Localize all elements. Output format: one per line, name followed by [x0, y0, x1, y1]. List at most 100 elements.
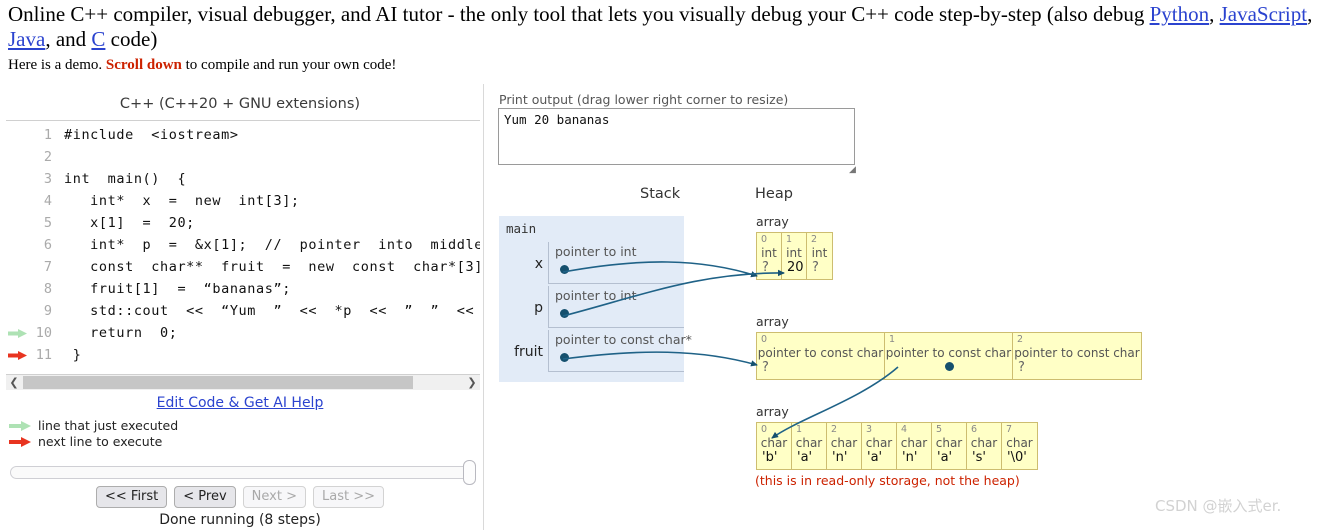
pointer-dot	[945, 362, 954, 371]
code-line: 2	[6, 146, 480, 168]
line-code: x[1] = 20;	[64, 215, 195, 231]
cell-index: 0	[761, 424, 768, 435]
line-code: #include <iostream>	[64, 127, 239, 143]
heap-array: 0 int? 1 int 20 2 int?	[756, 232, 833, 280]
heap-array-cell: 1 pointer to const char	[885, 333, 1013, 379]
line-number: 11	[35, 347, 52, 363]
cell-value: ?	[1018, 360, 1025, 375]
cell-value: 20	[787, 260, 804, 275]
title-sep-2: ,	[1307, 2, 1313, 26]
code-line: 10 return 0;	[6, 322, 480, 344]
title-text-pre: Online C++ compiler, visual debugger, an…	[8, 2, 1150, 26]
heap-array: 0 pointer to const char? 1 pointer to const…	[756, 332, 1142, 380]
heap-object-title: array	[756, 314, 789, 329]
link-javascript[interactable]: JavaScript	[1220, 2, 1307, 26]
demo-prefix: Here is a demo.	[8, 57, 106, 73]
line-number: 4	[43, 193, 52, 209]
code-line: 11 }	[6, 344, 480, 366]
demo-suffix: to compile and run your own code!	[181, 57, 397, 73]
execution-slider-thumb[interactable]	[463, 460, 476, 485]
code-line: 9 std::cout << “Yum ” << *p << ” ” << fr…	[6, 300, 480, 322]
heap-array-cell: 2 pointer to const char?	[1013, 333, 1141, 379]
step-button-first[interactable]: << First	[96, 486, 168, 508]
cell-index: 2	[811, 234, 818, 245]
pointer-dot	[560, 309, 569, 318]
cell-index: 7	[1006, 424, 1013, 435]
variable-value-cell: pointer to int	[548, 242, 684, 284]
heap-array-cell: 2 int?	[807, 233, 832, 279]
cell-value: 'b'	[762, 450, 778, 465]
step-button-next: Next >	[242, 486, 306, 508]
line-code: }	[64, 347, 82, 363]
run-status: Done running (8 steps)	[159, 512, 321, 528]
heap-array-cell: 0 char'b'	[757, 423, 792, 469]
link-python[interactable]: Python	[1150, 2, 1210, 26]
cell-type-label: char	[795, 436, 823, 450]
green-arrow-icon	[9, 421, 31, 431]
link-java[interactable]: Java	[8, 27, 45, 51]
legend-red-label: next line to execute	[38, 434, 163, 449]
heap-array-cell: 5 char'a'	[932, 423, 967, 469]
stack-variable: x pointer to int	[535, 242, 684, 286]
heap-header: Heap	[755, 186, 793, 202]
line-number: 5	[43, 215, 52, 231]
demo-note: Here is a demo. Scroll down to compile a…	[8, 57, 396, 74]
variable-value-cell: pointer to int	[548, 286, 684, 328]
code-line: 4 int* x = new int[3];	[6, 190, 480, 212]
heap-object-title: array	[756, 404, 789, 419]
chevron-left-icon[interactable]: ❮	[6, 375, 22, 390]
cell-type-label: char	[935, 436, 963, 450]
line-code: return 0;	[64, 325, 178, 341]
line-number: 9	[43, 303, 52, 319]
line-number: 7	[43, 259, 52, 275]
code-line: 1 #include <iostream>	[6, 124, 480, 146]
cell-index: 0	[761, 334, 768, 345]
title-sep-1: ,	[1209, 2, 1220, 26]
line-number: 10	[35, 325, 52, 341]
pointer-dot	[560, 353, 569, 362]
line-number: 3	[43, 171, 52, 187]
chevron-right-icon[interactable]: ❯	[464, 375, 480, 390]
line-number: 8	[43, 281, 52, 297]
stack-frame-main: main x pointer to int p pointer to int fruit…	[499, 216, 692, 382]
line-code: std::cout << “Yum ” << *p << ” ” << fru	[64, 303, 480, 319]
line-code: int* x = new int[3];	[64, 193, 300, 209]
edit-code-link[interactable]: Edit Code & Get AI Help	[157, 395, 324, 411]
cell-index: 6	[971, 424, 978, 435]
heap-array-cell: 1 char'a'	[792, 423, 827, 469]
execution-slider-track[interactable]	[10, 466, 472, 479]
heap-array-cell: 2 char'n'	[827, 423, 862, 469]
variable-name: p	[534, 300, 543, 316]
variable-value-cell: pointer to const char*	[548, 330, 692, 372]
variable-type-label: pointer to const char*	[555, 332, 692, 347]
cell-value: 'n'	[832, 450, 848, 465]
cell-type-label: pointer to const char	[885, 346, 1012, 360]
cell-value: 'a'	[937, 450, 953, 465]
watermark: CSDN @嵌入式er.	[1155, 497, 1282, 515]
edit-code-link-wrap: Edit Code & Get AI Help	[0, 395, 480, 411]
pane-divider	[483, 84, 484, 530]
cell-index: 4	[901, 424, 908, 435]
code-viewer[interactable]: 1 #include <iostream> 2 3 int main() {4 int*…	[6, 124, 480, 372]
step-button-last: Last >>	[312, 486, 384, 508]
resize-grip-icon[interactable]: ◢	[849, 166, 858, 175]
scroll-down-callout: Scroll down	[105, 57, 182, 73]
cell-index: 5	[936, 424, 943, 435]
code-horizontal-scrollbar[interactable]: ❮ ❯	[6, 375, 480, 390]
cell-value: '\0'	[1007, 450, 1027, 465]
frame-label: main	[506, 221, 537, 236]
heap-array-cell: 4 char'n'	[897, 423, 932, 469]
title-text-post: code)	[105, 27, 158, 51]
scrollbar-thumb[interactable]	[23, 376, 413, 389]
red-arrow-icon	[9, 437, 31, 447]
heap-array-cell: 0 pointer to const char?	[757, 333, 885, 379]
print-output-label: Print output (drag lower right corner to…	[499, 92, 789, 107]
link-c[interactable]: C	[91, 27, 105, 51]
step-button-prev[interactable]: < Prev	[174, 486, 236, 508]
code-line: 6 int* p = &x[1]; // pointer into middle	[6, 234, 480, 256]
code-line: 7 const char** fruit = new const char*[3…	[6, 256, 480, 278]
heap-array-cell: 7 char '\0'	[1002, 423, 1037, 469]
line-code: fruit[1] = “bananas”;	[64, 281, 291, 297]
print-output-box[interactable]: Yum 20 bananas	[498, 108, 855, 165]
cell-index: 0	[761, 234, 768, 245]
